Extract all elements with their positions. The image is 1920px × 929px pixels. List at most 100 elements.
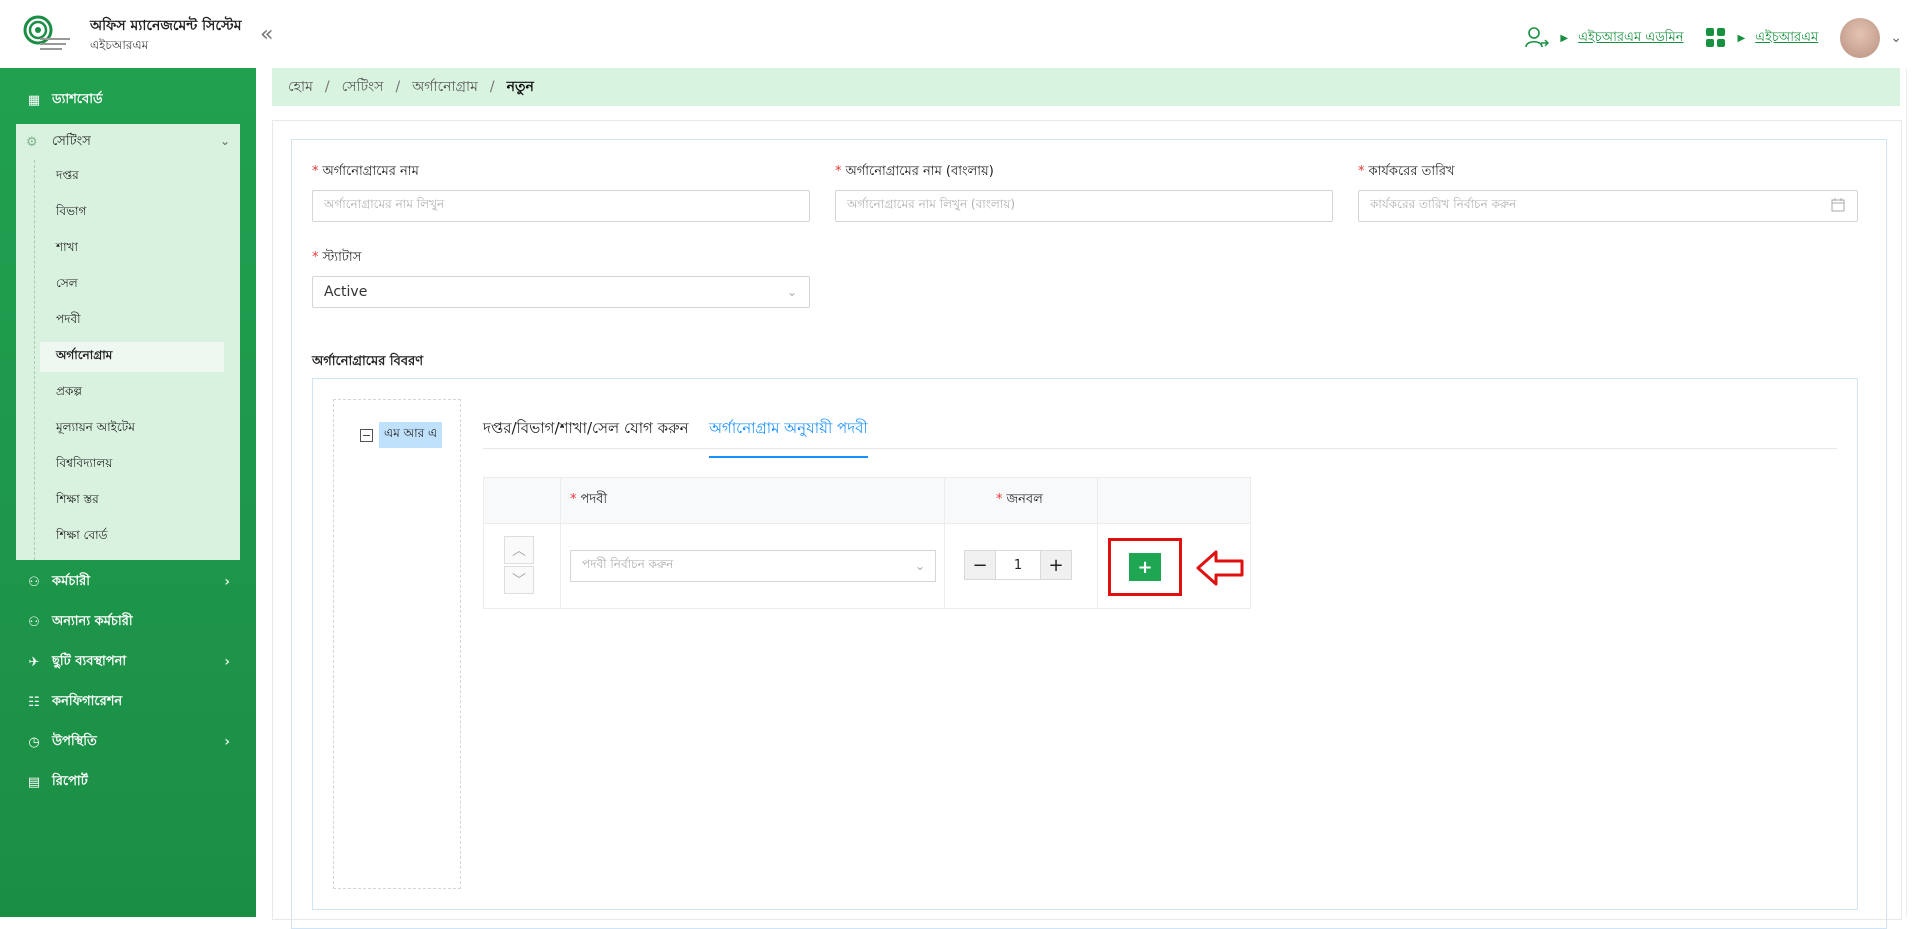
- organogram-form: * অর্গানোগ্রামের নাম অর্গানোগ্রামের নাম ল…: [291, 139, 1887, 929]
- app-title: অফিস ম্যানেজমেন্ট সিস্টেম: [90, 18, 242, 34]
- name-label: * অর্গানোগ্রামের নাম: [312, 162, 419, 183]
- settings-item-university[interactable]: বিশ্ববিদ্যালয়: [40, 450, 224, 480]
- add-row-button[interactable]: +: [1129, 553, 1161, 581]
- calendar-icon: [1831, 197, 1845, 215]
- breadcrumb-organogram[interactable]: অর্গানোগ্রাম: [412, 75, 478, 99]
- sidebar-item-employee[interactable]: ⚇ কর্মচারী ›: [16, 564, 240, 600]
- collapse-minus-icon[interactable]: −: [360, 428, 373, 442]
- tab-organogram-designation[interactable]: অর্গানোগ্রাম অনুযায়ী পদবী: [709, 417, 868, 458]
- date-picker[interactable]: কার্যকরের তারিখ নির্বাচন করুন: [1358, 190, 1858, 222]
- breadcrumb-separator: /: [395, 79, 401, 95]
- sidebar-item-other-employee[interactable]: ⚇ অন্যান্য কর্মচারী: [16, 604, 240, 640]
- required-mark: *: [835, 164, 842, 179]
- designation-select[interactable]: পদবী নির্বাচন করুন ⌄: [570, 550, 936, 582]
- chevron-down-icon: ⌄: [914, 559, 925, 573]
- col-header-designation: * পদবী: [570, 490, 607, 511]
- settings-item-department[interactable]: বিভাগ: [40, 198, 224, 228]
- breadcrumb-home[interactable]: হোম: [288, 75, 313, 99]
- app-subtitle: এইচআরএম: [90, 38, 149, 52]
- breadcrumb-current: নতুন: [506, 79, 534, 95]
- tree-node-label[interactable]: এম আর এ: [379, 422, 443, 448]
- module-link[interactable]: এইচআরএম: [1755, 28, 1818, 49]
- settings-item-cell[interactable]: সেল: [40, 270, 224, 300]
- sidebar-item-label: কর্মচারী: [52, 573, 90, 589]
- sidebar: ▦ ড্যাশবোর্ড ⚙ সেটিংস ⌄ দপ্তর বিভাগ শাখা…: [0, 68, 256, 917]
- designation-grid: * পদবী * জনবল ︿ ﹀ পদবী নির্বাচন করুন ⌄ − 1: [483, 477, 1251, 609]
- decrement-button[interactable]: −: [964, 550, 996, 580]
- apps-grid-icon[interactable]: [1705, 27, 1727, 49]
- tree-line: [34, 160, 36, 560]
- settings-item-evaluation[interactable]: মূল্যায়ন আইটেম: [40, 414, 224, 444]
- sidebar-item-dashboard[interactable]: ▦ ড্যাশবোর্ড: [16, 82, 240, 118]
- top-header: অফিস ম্যানেজমেন্ট সিস্টেম এইচআরএম « ▶ এই…: [0, 0, 1920, 68]
- tree-node-root[interactable]: − এম আর এ: [360, 422, 443, 448]
- sidebar-item-attendance[interactable]: ◷ উপস্থিতি ›: [16, 724, 240, 760]
- breadcrumb-separator: /: [324, 79, 330, 95]
- users-icon: ⚇: [28, 614, 40, 630]
- settings-item-branch[interactable]: শাখা: [40, 234, 224, 264]
- required-mark: *: [1358, 164, 1365, 179]
- required-mark: *: [312, 250, 319, 265]
- leave-icon: ✈: [28, 654, 40, 670]
- details-section-title: অর্গানোগ্রামের বিবরণ: [312, 354, 424, 369]
- dashboard-icon: ▦: [27, 92, 41, 108]
- arrow-left-icon: [1196, 550, 1244, 586]
- increment-button[interactable]: +: [1040, 550, 1072, 580]
- col-header-manpower: * জনবল: [996, 490, 1043, 511]
- sidebar-item-settings[interactable]: ⚙ সেটিংস ⌄: [16, 124, 240, 160]
- manpower-value[interactable]: 1: [996, 550, 1040, 580]
- chevron-right-icon: ›: [224, 574, 230, 590]
- users-icon: ⚇: [28, 574, 40, 590]
- avatar[interactable]: [1840, 18, 1881, 58]
- tab-add-office[interactable]: দপ্তর/বিভাগ/শাখা/সেল যোগ করুন: [483, 417, 689, 456]
- status-label-text: স্ট্যাটাস: [322, 250, 362, 265]
- settings-item-education-level[interactable]: শিক্ষা স্তর: [40, 486, 224, 516]
- required-mark: *: [312, 164, 319, 179]
- sidebar-item-label: রিপোর্ট: [52, 773, 88, 789]
- sliders-icon: ☷: [28, 694, 40, 710]
- collapse-sidebar-icon[interactable]: «: [260, 22, 273, 47]
- organogram-tree: − এম আর এ: [333, 399, 461, 889]
- sidebar-item-report[interactable]: ▤ রিপোর্ট: [16, 764, 240, 800]
- name-bn-label-text: অর্গানোগ্রামের নাম (বাংলায়): [845, 164, 994, 179]
- settings-item-designation[interactable]: পদবী: [40, 306, 224, 336]
- document-icon: ▤: [27, 774, 41, 790]
- move-up-button[interactable]: ︿: [504, 536, 534, 564]
- date-label-text: কার্যকরের তারিখ: [1368, 164, 1455, 179]
- settings-item-organogram[interactable]: অর্গানোগ্রাম: [40, 342, 224, 372]
- chevron-right-icon: ›: [224, 734, 230, 750]
- breadcrumb-separator: /: [489, 79, 495, 95]
- date-placeholder: কার্যকরের তারিখ নির্বাচন করুন: [1370, 197, 1517, 211]
- triangle-right-icon: ▶: [1737, 32, 1746, 44]
- column-divider: [944, 478, 945, 608]
- breadcrumb-settings[interactable]: সেটিংস: [342, 75, 384, 99]
- details-tabs: দপ্তর/বিভাগ/শাখা/সেল যোগ করুন অর্গানোগ্র…: [483, 399, 1837, 458]
- status-label: * স্ট্যাটাস: [312, 248, 361, 269]
- settings-submenu: ⚙ সেটিংস ⌄ দপ্তর বিভাগ শাখা সেল পদবী অর্…: [16, 124, 240, 560]
- chevron-right-icon: ›: [224, 654, 230, 670]
- name-bn-input[interactable]: অর্গানোগ্রামের নাম লিখুন (বাংলায়): [835, 190, 1333, 222]
- header-actions: ▶ এইচআরএম এডমিন ▶ এইচআরএম ⌄: [1524, 18, 1902, 58]
- name-input[interactable]: অর্গানোগ্রামের নাম লিখুন: [312, 190, 810, 222]
- triangle-right-icon: ▶: [1560, 32, 1569, 44]
- sidebar-item-label: ছুটি ব্যবস্থাপনা: [52, 653, 127, 669]
- main-content: হোম / সেটিংস / অর্গানোগ্রাম / নতুন * অর্গ…: [256, 68, 1920, 929]
- chevron-down-icon: ⌄: [219, 134, 230, 148]
- user-switch-icon[interactable]: [1524, 25, 1550, 51]
- sidebar-item-configuration[interactable]: ☷ কনফিগারেশন: [16, 684, 240, 720]
- sidebar-item-label: অন্যান্য কর্মচারী: [52, 613, 133, 629]
- gear-icon: ⚙: [26, 134, 38, 150]
- sidebar-item-label: উপস্থিতি: [52, 733, 97, 749]
- sidebar-item-leave[interactable]: ✈ ছুটি ব্যবস্থাপনা ›: [16, 644, 240, 680]
- settings-item-project[interactable]: প্রকল্প: [40, 378, 224, 408]
- move-down-button[interactable]: ﹀: [504, 566, 534, 594]
- breadcrumb: হোম / সেটিংস / অর্গানোগ্রাম / নতুন: [272, 68, 1900, 106]
- settings-item-education-board[interactable]: শিক্ষা বোর্ড: [40, 522, 224, 552]
- status-select[interactable]: Active ⌄: [312, 276, 810, 308]
- name-bn-label: * অর্গানোগ্রামের নাম (বাংলায়): [835, 162, 994, 183]
- settings-item-office[interactable]: দপ্তর: [40, 162, 224, 192]
- chevron-down-icon[interactable]: ⌄: [1890, 30, 1902, 46]
- column-divider: [1097, 478, 1098, 608]
- user-role-link[interactable]: এইচআরএম এডমিন: [1578, 28, 1683, 49]
- page-scrollbar[interactable]: [1906, 68, 1920, 917]
